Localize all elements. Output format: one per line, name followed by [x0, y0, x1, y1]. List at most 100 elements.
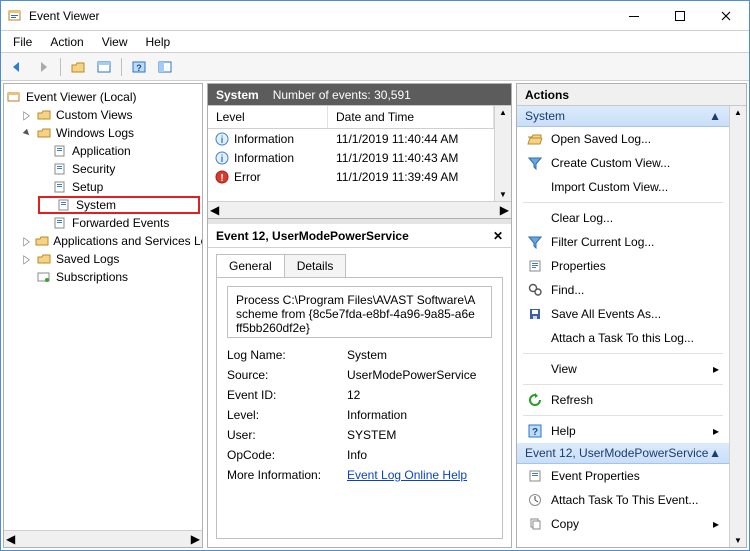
action-create-custom-view[interactable]: Create Custom View...	[517, 151, 729, 175]
action-event-properties[interactable]: Event Properties	[517, 464, 729, 488]
actions-group-system[interactable]: System ▲	[517, 106, 729, 127]
events-hscroll[interactable]: ◀ ▶	[208, 201, 511, 218]
scroll-left-icon[interactable]: ◀	[210, 203, 219, 217]
actions-vscroll[interactable]: ▲▼	[729, 106, 746, 547]
separator	[523, 384, 723, 385]
events-header-title: System	[216, 88, 259, 102]
back-button[interactable]	[5, 56, 29, 78]
events-vscroll[interactable]: ▲▼	[494, 106, 511, 201]
layout-button[interactable]	[153, 56, 177, 78]
scroll-right-icon[interactable]: ▶	[191, 532, 200, 546]
tree-custom-views[interactable]: ▷ Custom Views	[22, 106, 200, 124]
collapse-icon[interactable]	[22, 129, 32, 137]
event-detail-header: Event 12, UserModePowerService ✕	[208, 224, 511, 248]
opcode-value: Info	[347, 448, 492, 462]
help-icon: ?	[527, 423, 543, 439]
expand-icon[interactable]: ▷	[22, 108, 32, 122]
action-attach-task[interactable]: Attach a Task To this Log...	[517, 326, 729, 350]
action-clear-log[interactable]: Clear Log...	[517, 206, 729, 230]
log-icon	[52, 216, 68, 230]
tree-saved-logs-label: Saved Logs	[56, 252, 119, 266]
funnel-icon	[527, 155, 543, 171]
menu-action[interactable]: Action	[42, 33, 91, 51]
tree-security[interactable]: Security	[38, 160, 200, 178]
info-icon: i	[214, 151, 230, 165]
actions-header: Actions	[517, 84, 746, 106]
eventid-value: 12	[347, 388, 492, 402]
tree-forwarded[interactable]: Forwarded Events	[38, 214, 200, 232]
folder-icon	[35, 234, 49, 248]
tree-setup[interactable]: Setup	[38, 178, 200, 196]
col-datetime[interactable]: Date and Time	[328, 106, 494, 128]
action-attach-task-event[interactable]: Attach Task To This Event...	[517, 488, 729, 512]
title-bar: Event Viewer	[1, 1, 749, 31]
maximize-button[interactable]	[657, 1, 703, 30]
tree-subscriptions[interactable]: Subscriptions	[22, 268, 200, 286]
forward-button[interactable]	[31, 56, 55, 78]
action-refresh[interactable]: Refresh	[517, 388, 729, 412]
refresh-icon	[527, 392, 543, 408]
tree-hscroll[interactable]: ◀ ▶	[4, 530, 202, 547]
action-import-custom-view[interactable]: Import Custom View...	[517, 175, 729, 199]
collapse-icon[interactable]: ▲	[709, 109, 721, 123]
action-properties[interactable]: Properties	[517, 254, 729, 278]
action-save-all[interactable]: Save All Events As...	[517, 302, 729, 326]
folder-icon	[36, 126, 52, 140]
actions-group-event[interactable]: Event 12, UserModePowerService ▲	[517, 443, 729, 464]
tree-system[interactable]: System	[38, 196, 200, 214]
tree-root[interactable]: Event Viewer (Local)	[6, 88, 200, 106]
scroll-left-icon[interactable]: ◀	[6, 532, 15, 546]
toolbar-separator	[121, 58, 122, 76]
tree-windows-logs[interactable]: Windows Logs	[22, 124, 200, 142]
pane-button[interactable]	[92, 56, 116, 78]
help-button[interactable]: ?	[127, 56, 151, 78]
event-row[interactable]: iInformation 11/1/2019 11:40:43 AM	[208, 148, 494, 167]
window-title: Event Viewer	[29, 9, 99, 23]
blank-icon	[527, 361, 543, 377]
separator	[523, 353, 723, 354]
event-row[interactable]: !Error 11/1/2019 11:39:49 AM	[208, 167, 494, 186]
tree-apps-services[interactable]: ▷ Applications and Services Lo	[22, 232, 200, 250]
tree-windows-logs-label: Windows Logs	[56, 126, 134, 140]
actions-title: Actions	[525, 88, 569, 102]
tab-general[interactable]: General	[216, 254, 285, 277]
tree-application-label: Application	[72, 144, 131, 158]
tree-application[interactable]: Application	[38, 142, 200, 160]
action-find[interactable]: Find...	[517, 278, 729, 302]
event-row[interactable]: iInformation 11/1/2019 11:40:44 AM	[208, 129, 494, 148]
log-name-value: System	[347, 348, 492, 362]
tree-custom-views-label: Custom Views	[56, 108, 132, 122]
open-folder-button[interactable]	[66, 56, 90, 78]
tree-system-label: System	[76, 198, 116, 212]
chevron-right-icon: ▸	[713, 517, 719, 531]
funnel-icon	[527, 234, 543, 250]
expand-icon[interactable]: ▷	[22, 252, 32, 266]
tree-pane: Event Viewer (Local) ▷ Custom Views Wind…	[3, 83, 203, 548]
tree-root-label: Event Viewer (Local)	[26, 90, 137, 104]
menu-file[interactable]: File	[5, 33, 40, 51]
menu-help[interactable]: Help	[138, 33, 179, 51]
menu-view[interactable]: View	[94, 33, 136, 51]
action-view[interactable]: View▸	[517, 357, 729, 381]
scroll-right-icon[interactable]: ▶	[500, 203, 509, 217]
col-level[interactable]: Level	[208, 106, 328, 128]
level-label: Level:	[227, 408, 347, 422]
minimize-button[interactable]	[611, 1, 657, 30]
tree-saved-logs[interactable]: ▷ Saved Logs	[22, 250, 200, 268]
collapse-icon[interactable]: ▲	[709, 446, 721, 460]
tab-details[interactable]: Details	[284, 254, 347, 277]
action-help[interactable]: ?Help▸	[517, 419, 729, 443]
close-button[interactable]	[703, 1, 749, 30]
expand-icon[interactable]: ▷	[22, 234, 31, 248]
chevron-right-icon: ▸	[713, 424, 719, 438]
detail-tabs: General Details	[208, 248, 511, 277]
moreinfo-link[interactable]: Event Log Online Help	[347, 468, 467, 482]
action-open-saved-log[interactable]: Open Saved Log...	[517, 127, 729, 151]
action-copy[interactable]: Copy▸	[517, 512, 729, 536]
action-filter-log[interactable]: Filter Current Log...	[517, 230, 729, 254]
folder-icon	[36, 108, 52, 122]
detail-close-button[interactable]: ✕	[493, 229, 503, 243]
toolbar-separator	[60, 58, 61, 76]
events-header: System Number of events: 30,591	[208, 84, 511, 106]
svg-text:?: ?	[136, 63, 142, 73]
